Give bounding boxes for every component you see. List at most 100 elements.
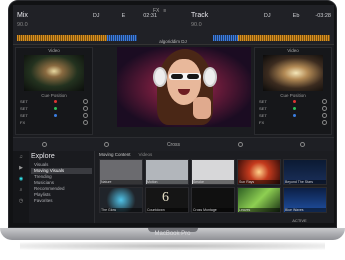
- knob-icon[interactable]: [322, 120, 327, 125]
- video-tile[interactable]: Nature: [99, 159, 143, 185]
- deck-right-tempo: 90.0: [191, 21, 202, 28]
- top-tools: FX ≡: [153, 8, 193, 16]
- tile-caption: Cross Montage: [193, 208, 234, 212]
- tiles: Nature Motion Smoke Sun Rays Beyond The …: [97, 158, 334, 214]
- fx-set-button[interactable]: SET: [20, 113, 28, 118]
- main-video-output: [117, 47, 251, 127]
- knob-icon[interactable]: [322, 113, 327, 118]
- tile-caption: Leaves: [239, 208, 280, 212]
- deck-right-title: Track: [191, 12, 209, 19]
- video-tile[interactable]: Smoke: [191, 159, 235, 185]
- headphone-right: [203, 67, 217, 87]
- tile-caption: The Glow: [101, 208, 142, 212]
- laptop-lid: Mix DJ E 02:31 90.0 FX ≡ Track DJ Eb -03…: [8, 0, 337, 228]
- fx-button[interactable]: FX: [259, 120, 264, 125]
- deck-left-dj: DJ: [92, 12, 100, 19]
- video-right-preview[interactable]: [263, 55, 323, 91]
- fx-set-button[interactable]: SET: [259, 106, 267, 111]
- active-label[interactable]: ACTIVE: [292, 218, 306, 223]
- knob-icon[interactable]: [300, 142, 306, 147]
- browser-bottom-bar: ACTIVE: [181, 217, 334, 223]
- grid-header: Moving Content Videos: [97, 151, 334, 158]
- app-logo: algoriddim DJ: [159, 39, 187, 44]
- laptop-shadow: [20, 242, 325, 250]
- knob-icon[interactable]: [83, 113, 88, 118]
- status-icon: [53, 107, 57, 110]
- deck-left-tempo: 90.0: [17, 21, 28, 28]
- video-icon[interactable]: ▶: [19, 165, 23, 171]
- fx-row: FX: [255, 119, 331, 126]
- laptop-brand: MacBook Pro: [154, 231, 191, 237]
- tile-caption: Sun Rays: [239, 180, 280, 184]
- fx-row: FX: [16, 119, 92, 126]
- tile-caption: Smoke: [193, 180, 234, 184]
- deck-left-title: Mix: [17, 12, 28, 19]
- video-tile[interactable]: Beyond The Stars: [283, 159, 327, 185]
- grid-header-title: Moving Content: [99, 152, 131, 157]
- deck-right-dj: DJ: [263, 12, 271, 19]
- deck-right-key: Eb: [292, 12, 300, 19]
- top-deck-bar: Mix DJ E 02:31 90.0 FX ≡ Track DJ Eb -03…: [13, 5, 334, 45]
- knob-icon[interactable]: [322, 106, 327, 111]
- tile-caption: Blue Waves: [285, 208, 326, 212]
- fx-button[interactable]: FX: [153, 8, 159, 16]
- knob-icon[interactable]: [237, 142, 243, 147]
- video-tile[interactable]: Blue Waves: [283, 187, 327, 213]
- knob-icon[interactable]: [322, 99, 327, 104]
- explore-title: Explore: [31, 153, 55, 160]
- history-icon[interactable]: ◷: [19, 198, 23, 204]
- video-deck-left: Video Cue Position SET SET SET FX: [15, 47, 93, 135]
- waveform-right-played: [213, 35, 238, 41]
- knob-icon[interactable]: [83, 120, 88, 125]
- video-tile[interactable]: Sun Rays: [237, 159, 281, 185]
- crossfader[interactable]: Cross: [167, 142, 180, 148]
- hand-shape: [193, 97, 211, 119]
- video-tile[interactable]: Motion: [145, 159, 189, 185]
- video-tile[interactable]: Leaves: [237, 187, 281, 213]
- video-deck-right: Video Cue Position SET SET SET FX: [254, 47, 332, 135]
- deck-left-key: E: [121, 12, 126, 19]
- video-left-header: Video: [48, 48, 60, 53]
- dj-app-screen: Mix DJ E 02:31 90.0 FX ≡ Track DJ Eb -03…: [13, 5, 334, 223]
- glasses-shape: [169, 73, 201, 80]
- knob-icon[interactable]: [41, 142, 47, 147]
- tile-caption: Beyond The Stars: [285, 180, 326, 184]
- knob-icon[interactable]: [83, 99, 88, 104]
- knob-icon[interactable]: [83, 106, 88, 111]
- content-grid: Moving Content Videos Nature Motion Smok…: [97, 151, 334, 223]
- fx-row: SET: [255, 105, 331, 112]
- status-icon: [292, 107, 296, 110]
- fx-set-button[interactable]: SET: [20, 99, 28, 104]
- fx-set-button[interactable]: SET: [20, 106, 28, 111]
- record-icon: [53, 100, 57, 103]
- fx-row: SET: [16, 105, 92, 112]
- fx-row: SET: [255, 112, 331, 119]
- music-icon[interactable]: ♫: [19, 154, 23, 160]
- fx-set-button[interactable]: SET: [259, 113, 267, 118]
- explore-icon[interactable]: ◉: [19, 176, 23, 182]
- section-item[interactable]: Favorites: [31, 198, 92, 204]
- media-browser: ♫ ▶ ◉ ⌕ ◷ Explore Visuals Moving Visuals…: [13, 151, 334, 223]
- tile-caption: Motion: [147, 180, 188, 184]
- fx-row: SET: [16, 112, 92, 119]
- deck-right-time: -03:28: [315, 12, 331, 19]
- fx-button[interactable]: FX: [20, 120, 25, 125]
- tile-caption: Countdown: [147, 208, 188, 212]
- waveform-right[interactable]: [238, 35, 330, 41]
- tile-caption: Nature: [101, 180, 142, 184]
- headphone-left: [153, 67, 167, 87]
- status-icon: [53, 114, 57, 117]
- fx-row: SET: [16, 98, 92, 105]
- knob-icon[interactable]: [104, 142, 110, 147]
- video-left-preview[interactable]: [24, 55, 84, 91]
- video-tile[interactable]: The Glow: [99, 187, 143, 213]
- fx-set-button[interactable]: SET: [259, 99, 267, 104]
- fx-row: SET: [255, 98, 331, 105]
- mixer-bar: Cross: [13, 137, 334, 151]
- grid-filter[interactable]: Videos: [139, 152, 153, 157]
- search-icon[interactable]: ⌕: [20, 187, 23, 193]
- video-tile[interactable]: Cross Montage: [191, 187, 235, 213]
- waveform-left[interactable]: [17, 35, 107, 41]
- video-tile[interactable]: 6 Countdown: [145, 187, 189, 213]
- menu-icon[interactable]: ≡: [163, 8, 166, 16]
